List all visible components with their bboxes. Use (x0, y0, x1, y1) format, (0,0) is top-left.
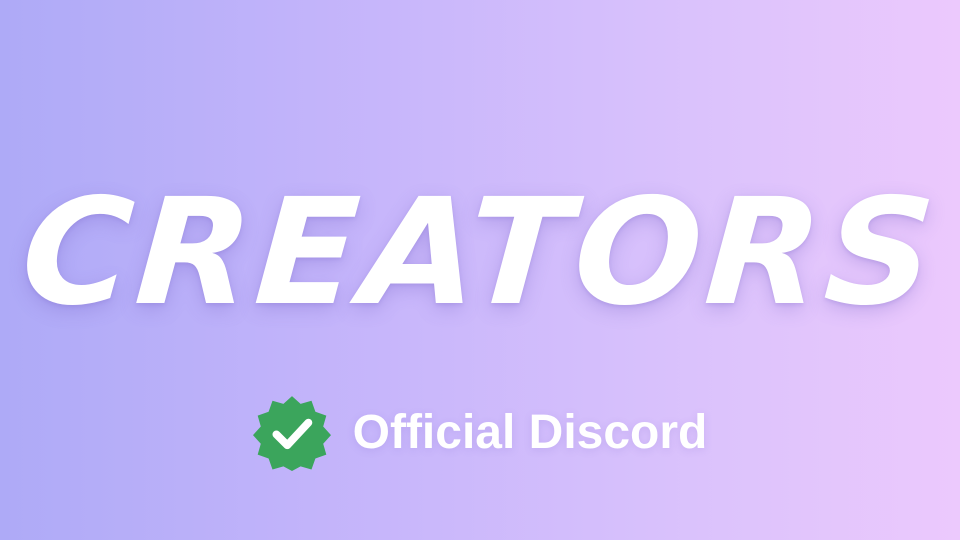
headline: CREATORS (16, 167, 944, 339)
subline-row: Official Discord (0, 392, 960, 472)
subline-text: Official Discord (352, 405, 708, 459)
verified-check-badge-icon (252, 396, 331, 471)
banner: CREATORS Official Discord (0, 0, 960, 540)
